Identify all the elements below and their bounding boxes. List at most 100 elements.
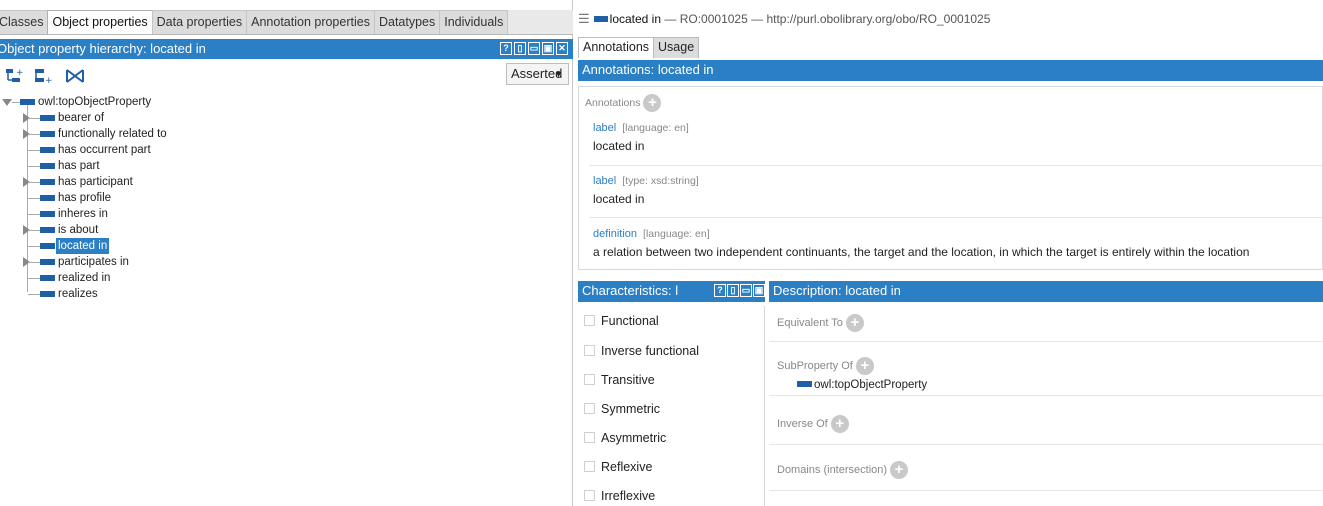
characteristic-asymmetric[interactable]: Asymmetric [584,429,666,447]
menu-icon[interactable]: ☰ [578,10,590,28]
tab-usage[interactable]: Usage [653,37,700,58]
delete-property-icon[interactable] [64,66,86,86]
tree-item[interactable]: realized in [0,270,560,286]
split-vertical-button[interactable]: ▯ [727,284,739,297]
object-property-icon [40,259,55,265]
float-button[interactable]: ▣ [542,42,554,55]
split-horizontal-button[interactable]: ▭ [528,42,540,55]
svg-text:+: + [16,68,24,78]
tree-item[interactable]: has occurrent part [0,142,560,158]
tree-item-label: inheres in [58,208,108,220]
hierarchy-header: Object property hierarchy: located in ? … [0,39,573,59]
section-divider [769,341,1323,342]
annotation-row[interactable]: label [language: en] located in [593,120,1322,153]
view-mode-select[interactable]: Asserted ▼ [506,63,569,85]
annotations-section: Annotations + [585,94,662,112]
subproperty-item[interactable]: owl:topObjectProperty [797,379,927,391]
add-equivalent-button[interactable]: + [845,314,864,332]
split-vertical-button[interactable]: ▯ [514,42,526,55]
add-annotation-button[interactable]: + [643,94,662,112]
tree-item[interactable]: located in [0,238,560,254]
tab-individuals[interactable]: Individuals [439,10,509,34]
inverse-of-label: Inverse Of [777,417,828,430]
hierarchy-window-buttons: ? ▯ ▭ ▣ ✕ [500,42,568,55]
add-superproperty-button[interactable]: + [855,357,874,375]
tree-connector [28,118,40,119]
tab-datatypes[interactable]: Datatypes [373,10,441,34]
tree-connector [28,246,40,247]
tree-item[interactable]: has participant [0,174,560,190]
object-property-icon [40,227,55,233]
section-divider [769,444,1323,445]
tree-item[interactable]: functionally related to [0,126,560,142]
checkbox[interactable] [584,374,595,385]
tree-item[interactable]: has profile [0,190,560,206]
subproperty-of-section: SubProperty Of + [777,357,874,375]
close-view-button[interactable]: ✕ [556,42,568,55]
annotation-meta: [type: xsd:string] [622,175,699,187]
characteristic-label: Inverse functional [601,344,699,358]
tree-item[interactable]: bearer of [0,110,560,126]
add-sub-property-icon[interactable]: + [4,66,26,86]
tree-item-label: realized in [58,272,111,284]
object-property-icon [797,380,812,387]
tree-root-item[interactable]: owl:topObjectProperty [0,94,560,110]
tab-annotations[interactable]: Annotations [578,37,655,58]
expand-toggle-icon[interactable] [2,99,12,106]
characteristic-inverse-functional[interactable]: Inverse functional [584,342,699,360]
characteristic-label: Asymmetric [601,431,667,445]
characteristic-irreflexive[interactable]: Irreflexive [584,487,655,505]
tree-item[interactable]: is about [0,222,560,238]
annotations-section-label: Annotations [585,97,641,110]
domains-label: Domains (intersection) [777,463,888,476]
annotation-row[interactable]: label [type: xsd:string] located in [593,173,1322,206]
tab-annotation-properties[interactable]: Annotation properties [246,10,375,34]
characteristic-functional[interactable]: Functional [584,312,659,330]
checkbox[interactable] [584,403,595,414]
tree-item[interactable]: has part [0,158,560,174]
checkbox[interactable] [584,490,595,501]
property-tree: owl:topObjectProperty bearer of functional… [0,94,560,302]
tree-connector [28,278,40,279]
annotation-row[interactable]: definition [language: en] a relation betw… [593,226,1322,259]
tree-connector [28,166,40,167]
characteristic-label: Irreflexive [601,489,656,503]
add-inverse-button[interactable]: + [830,415,849,433]
tab-classes[interactable]: Classes [0,10,49,34]
object-property-icon [593,15,608,22]
tree-connector [28,150,40,151]
hierarchy-title: Object property hierarchy: located in [0,41,206,56]
add-sibling-property-icon[interactable]: + [32,66,54,86]
characteristic-symmetric[interactable]: Symmetric [584,400,660,418]
characteristic-reflexive[interactable]: Reflexive [584,458,652,476]
chevron-down-icon: ▼ [554,69,563,79]
tree-connector [28,198,40,199]
characteristic-label: Symmetric [601,402,661,416]
annotation-divider [589,165,1322,166]
entity-separator: — [664,12,677,26]
characteristic-label: Reflexive [601,460,653,474]
object-property-icon [40,195,55,201]
tree-item[interactable]: inheres in [0,206,560,222]
split-horizontal-button[interactable]: ▭ [740,284,752,297]
tree-connector [28,214,40,215]
float-button[interactable]: ▣ [753,284,765,297]
entity-name: located in [609,12,662,26]
tree-item[interactable]: participates in [0,254,560,270]
checkbox[interactable] [584,461,595,472]
tab-data-properties[interactable]: Data properties [151,10,248,34]
checkbox[interactable] [584,432,595,443]
annotation-key: label [593,122,617,134]
annotations-header: Annotations: located in [578,60,1323,81]
checkbox[interactable] [584,345,595,356]
checkbox[interactable] [584,315,595,326]
description-header: Description: located in [769,281,1323,302]
characteristic-transitive[interactable]: Transitive [584,371,655,389]
tree-item[interactable]: realizes [0,286,560,302]
tab-object-properties[interactable]: Object properties [47,10,153,34]
section-divider [769,490,1323,491]
help-button[interactable]: ? [714,284,726,297]
characteristics-panel: Functional Inverse functional Transitive Sy… [578,306,765,506]
add-domain-button[interactable]: + [890,461,909,479]
help-button[interactable]: ? [500,42,512,55]
